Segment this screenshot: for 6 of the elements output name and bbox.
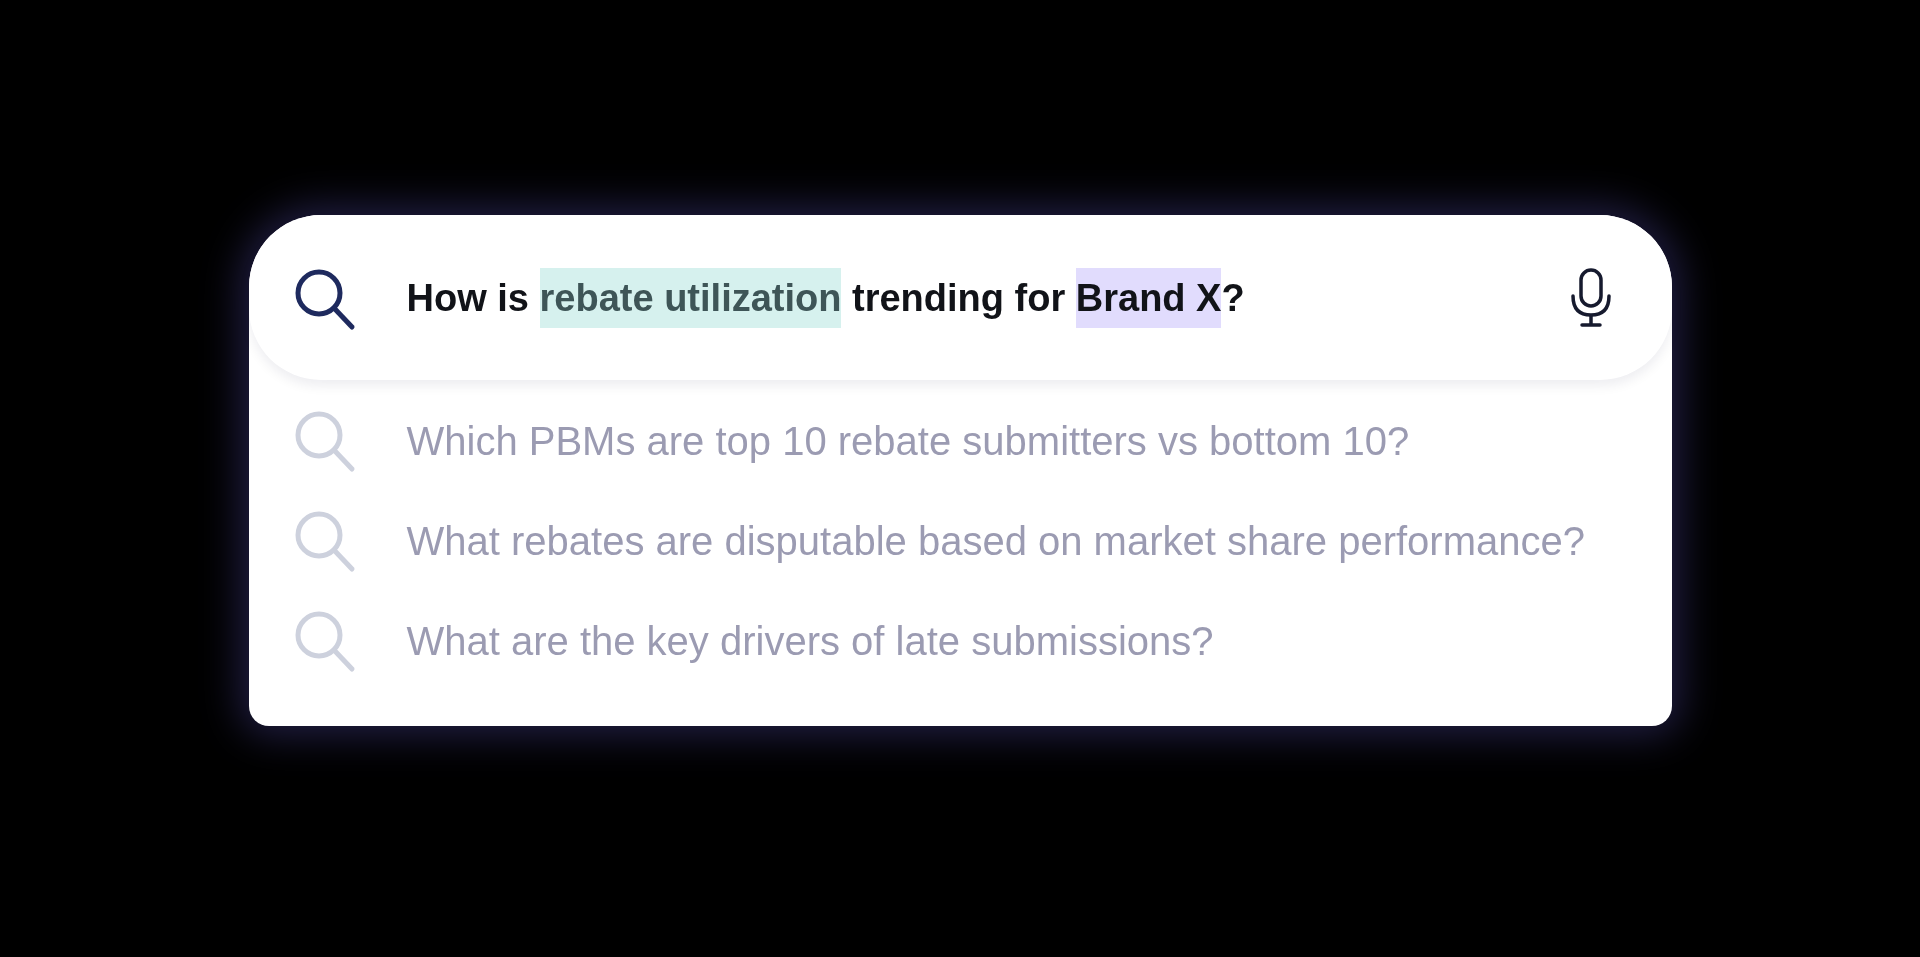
microphone-icon[interactable] [1568, 267, 1613, 328]
search-field[interactable]: How is rebate utilization trending for Brand X? [248, 215, 1672, 380]
suggestion-item[interactable]: What are the key drivers of late submissions? [292, 591, 1214, 691]
search-query-text: How is rebate utilization trending for Brand X? [406, 267, 1245, 328]
suggestion-item[interactable]: Which PBMs are top 10 rebate submitters vs bottom 10? [292, 391, 1410, 491]
suggestion-item[interactable]: What rebates are disputable based on market share performance? [292, 491, 1585, 591]
